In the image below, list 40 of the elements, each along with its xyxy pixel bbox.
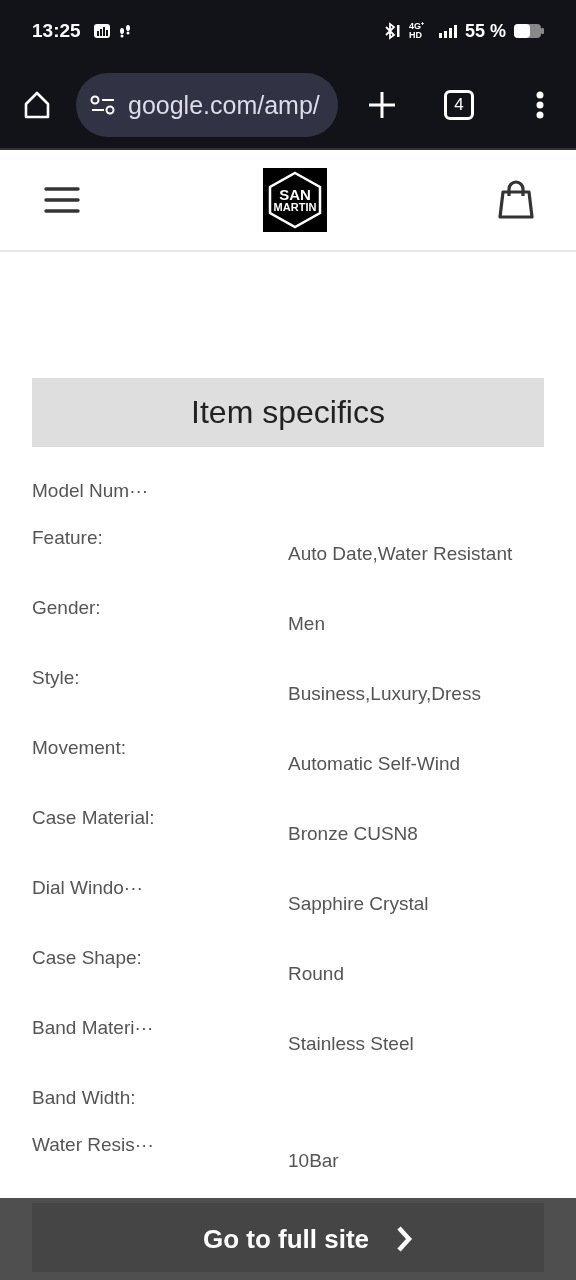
spec-label: Band Width: bbox=[32, 1086, 137, 1110]
home-icon[interactable] bbox=[22, 90, 52, 120]
footsteps-icon bbox=[118, 23, 131, 39]
spec-label: Style: bbox=[32, 666, 81, 690]
spec-value: Auto Date,Water Resistant bbox=[288, 542, 514, 566]
spec-value: Bronze CUSN8 bbox=[288, 822, 419, 846]
tab-count-button[interactable]: 4 bbox=[444, 90, 474, 120]
address-bar[interactable]: google.com/amp/ bbox=[76, 73, 338, 137]
chart-app-icon bbox=[92, 23, 111, 39]
spec-label: Movement: bbox=[32, 736, 127, 760]
spec-label: Dial Windo··· bbox=[32, 876, 144, 900]
full-site-banner[interactable]: Go to full site bbox=[0, 1198, 576, 1280]
spec-value: Stainless Steel bbox=[288, 1032, 415, 1056]
spec-value: Automatic Self-Wind bbox=[288, 752, 462, 776]
bluetooth-icon bbox=[382, 22, 401, 40]
chevron-right-icon[interactable] bbox=[395, 1225, 414, 1253]
spec-label: Band Materi··· bbox=[32, 1016, 155, 1040]
network-type: 4G⁺ HD bbox=[408, 22, 425, 40]
new-tab-icon[interactable] bbox=[368, 91, 396, 119]
section-heading: Item specifics bbox=[32, 378, 544, 447]
spec-label: Case Shape: bbox=[32, 946, 143, 970]
battery-icon bbox=[514, 23, 544, 39]
spec-value: Sapphire Crystal bbox=[288, 892, 430, 916]
signal-icon bbox=[438, 24, 457, 38]
more-options-icon[interactable] bbox=[536, 91, 544, 119]
spec-label: Water Resis··· bbox=[32, 1133, 155, 1157]
spec-value: Business,Luxury,Dress bbox=[288, 682, 482, 706]
battery-percent: 55 % bbox=[464, 20, 506, 42]
spec-value: Round bbox=[288, 962, 345, 986]
spec-value: 10Bar bbox=[288, 1149, 340, 1173]
spec-label: Feature: bbox=[32, 526, 104, 550]
spec-label: Gender: bbox=[32, 596, 102, 620]
spec-label: Case Material: bbox=[32, 806, 156, 830]
spec-label: Model Num··· bbox=[32, 479, 150, 503]
site-logo[interactable]: SAN MARTIN bbox=[263, 168, 327, 232]
shopping-bag-icon[interactable] bbox=[498, 180, 534, 220]
menu-icon[interactable] bbox=[44, 186, 80, 214]
status-time: 13:25 bbox=[32, 20, 81, 42]
spec-value: Men bbox=[288, 612, 326, 636]
site-settings-icon[interactable] bbox=[90, 94, 116, 116]
